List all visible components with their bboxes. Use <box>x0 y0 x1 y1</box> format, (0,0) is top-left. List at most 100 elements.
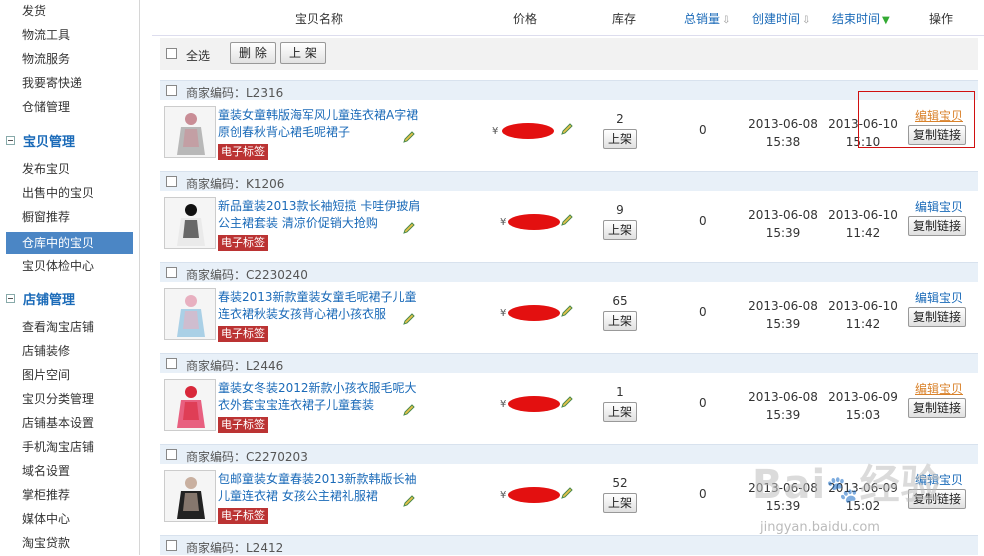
sidebar-item-on-sale[interactable]: 出售中的宝贝 <box>22 182 94 204</box>
sidebar-item-loan[interactable]: 淘宝贷款 <box>22 532 70 554</box>
currency-symbol: ¥ <box>500 399 507 410</box>
edit-price-pencil-icon[interactable] <box>561 396 573 408</box>
created-date: 2013-06-08 <box>748 299 818 313</box>
header-sales-label: 总销量 <box>684 12 721 26</box>
edit-title-pencil-icon[interactable] <box>403 131 415 143</box>
header-sales[interactable]: 总销量 ⇩ <box>684 10 730 27</box>
edit-item-link[interactable]: 编辑宝贝 <box>915 289 963 306</box>
row-checkbox[interactable] <box>166 85 177 96</box>
copy-link-button[interactable]: 复制链接 <box>908 307 967 327</box>
divider <box>140 0 148 555</box>
created-clock: 15:39 <box>765 226 801 240</box>
edit-price-pencil-icon[interactable] <box>561 214 573 226</box>
stock-value: 1 <box>616 385 624 399</box>
edit-title-pencil-icon[interactable] <box>403 313 415 325</box>
product-image-icon <box>165 289 215 339</box>
product-thumbnail[interactable] <box>164 288 216 340</box>
sidebar-item-fahuo[interactable]: 发货 <box>22 0 46 22</box>
sidebar-item-category[interactable]: 宝贝分类管理 <box>22 388 94 410</box>
sort-arrow-icon: ⇩ <box>802 15 811 26</box>
collapse-icon[interactable] <box>6 136 15 145</box>
watermark-logo: Bai🐾经验 <box>752 462 942 508</box>
publish-button[interactable]: 上架 <box>603 220 638 240</box>
batch-publish-button[interactable]: 上 架 <box>280 42 326 64</box>
product-title[interactable]: 包邮童装女童春装2013新款韩版长袖儿童连衣裙 女孩公主裙礼服裙 <box>218 471 423 505</box>
currency-symbol: ¥ <box>500 308 507 319</box>
edit-item-link[interactable]: 编辑宝贝 <box>915 198 963 215</box>
product-thumbnail[interactable] <box>164 470 216 522</box>
sidebar-item-media[interactable]: 媒体中心 <box>22 508 70 530</box>
sidebar-item-logistics-tools[interactable]: 物流工具 <box>22 24 70 46</box>
delete-button[interactable]: 删 除 <box>230 42 276 64</box>
sidebar-item-warehouse[interactable]: 仓储管理 <box>22 96 70 118</box>
header-name: 宝贝名称 <box>295 12 344 26</box>
sales-value: 0 <box>699 123 707 137</box>
collapse-icon[interactable] <box>6 294 15 303</box>
row-checkbox[interactable] <box>166 449 177 460</box>
sidebar-item-in-warehouse[interactable]: 仓库中的宝贝 <box>6 232 133 254</box>
edit-price-pencil-icon[interactable] <box>561 487 573 499</box>
electronic-tag-badge[interactable]: 电子标签 <box>218 144 268 160</box>
electronic-tag-badge[interactable]: 电子标签 <box>218 235 268 251</box>
product-image-icon <box>165 471 215 521</box>
select-all-checkbox[interactable] <box>166 48 177 59</box>
electronic-tag-badge[interactable]: 电子标签 <box>218 508 268 524</box>
sidebar-section-item-management[interactable]: 宝贝管理 <box>6 132 75 154</box>
row-checkbox[interactable] <box>166 176 177 187</box>
currency-symbol: ¥ <box>500 217 507 228</box>
watermark-url: jingyan.baidu.com <box>760 520 880 535</box>
sidebar-item-send-express[interactable]: 我要寄快递 <box>22 72 82 94</box>
publish-button[interactable]: 上架 <box>603 402 638 422</box>
sidebar-item-recommend[interactable]: 掌柜推荐 <box>22 484 70 506</box>
product-title[interactable]: 春装2013新款童装女童毛呢裙子儿童连衣裙秋装女孩背心裙小孩衣服 <box>218 289 423 323</box>
group-header: 商家编码：C2230240 <box>160 262 978 282</box>
row-checkbox[interactable] <box>166 358 177 369</box>
edit-title-pencil-icon[interactable] <box>403 495 415 507</box>
sidebar-item-health-check[interactable]: 宝贝体检中心 <box>22 255 94 277</box>
header-created[interactable]: 创建时间 ⇩ <box>752 10 810 27</box>
edit-price-pencil-icon[interactable] <box>561 305 573 317</box>
end-clock: 11:42 <box>845 226 881 240</box>
product-thumbnail[interactable] <box>164 379 216 431</box>
section-title: 宝贝管理 <box>23 135 76 150</box>
publish-button[interactable]: 上架 <box>603 129 638 149</box>
sidebar-item-mobile-shop[interactable]: 手机淘宝店铺 <box>22 436 94 458</box>
section-title: 店铺管理 <box>23 293 76 308</box>
copy-link-button[interactable]: 复制链接 <box>908 216 967 236</box>
price-redacted <box>508 487 560 503</box>
row-checkbox[interactable] <box>166 540 177 551</box>
edit-title-pencil-icon[interactable] <box>403 222 415 234</box>
merchant-code: 商家编码：K1206 <box>186 177 285 191</box>
sidebar-item-publish[interactable]: 发布宝贝 <box>22 158 70 180</box>
group-header: 商家编码：L2412 <box>160 535 978 555</box>
publish-button[interactable]: 上架 <box>603 493 638 513</box>
product-title[interactable]: 新品童装2013款长袖短揽 卡哇伊披肩公主裙套装 清凉价促销大抢购 <box>218 198 423 232</box>
end-clock: 15:03 <box>845 408 881 422</box>
publish-button[interactable]: 上架 <box>603 311 638 331</box>
sidebar-section-shop-management[interactable]: 店铺管理 <box>6 290 75 312</box>
created-time: 2013-06-08 15:39 <box>748 206 818 242</box>
price-redacted <box>508 396 560 412</box>
sidebar-item-domain[interactable]: 域名设置 <box>22 460 70 482</box>
edit-title-pencil-icon[interactable] <box>403 404 415 416</box>
product-title[interactable]: 童装女冬装2012新款小孩衣服毛呢大衣外套宝宝连衣裙子儿童套装 <box>218 380 423 414</box>
product-thumbnail[interactable] <box>164 197 216 249</box>
edit-item-link[interactable]: 编辑宝贝 <box>915 380 963 397</box>
sidebar-item-decorate[interactable]: 店铺装修 <box>22 340 70 362</box>
select-all-label[interactable]: 全选 <box>186 47 210 64</box>
sidebar-item-basic-settings[interactable]: 店铺基本设置 <box>22 412 94 434</box>
row-checkbox[interactable] <box>166 267 177 278</box>
sidebar-item-logistics-service[interactable]: 物流服务 <box>22 48 70 70</box>
sidebar-item-showcase[interactable]: 橱窗推荐 <box>22 206 70 228</box>
sidebar-item-view-shop[interactable]: 查看淘宝店铺 <box>22 316 94 338</box>
product-title[interactable]: 童装女童韩版海军风儿童连衣裙A字裙原创春秋背心裙毛呢裙子 <box>218 107 423 141</box>
electronic-tag-badge[interactable]: 电子标签 <box>218 417 268 433</box>
copy-link-button[interactable]: 复制链接 <box>908 398 967 418</box>
edit-price-pencil-icon[interactable] <box>561 123 573 135</box>
electronic-tag-badge[interactable]: 电子标签 <box>218 326 268 342</box>
sidebar-item-image-space[interactable]: 图片空间 <box>22 364 70 386</box>
product-thumbnail[interactable] <box>164 106 216 158</box>
header-price: 价格 <box>513 12 538 26</box>
header-ended[interactable]: 结束时间 ▼ <box>832 10 890 27</box>
created-date: 2013-06-08 <box>748 390 818 404</box>
